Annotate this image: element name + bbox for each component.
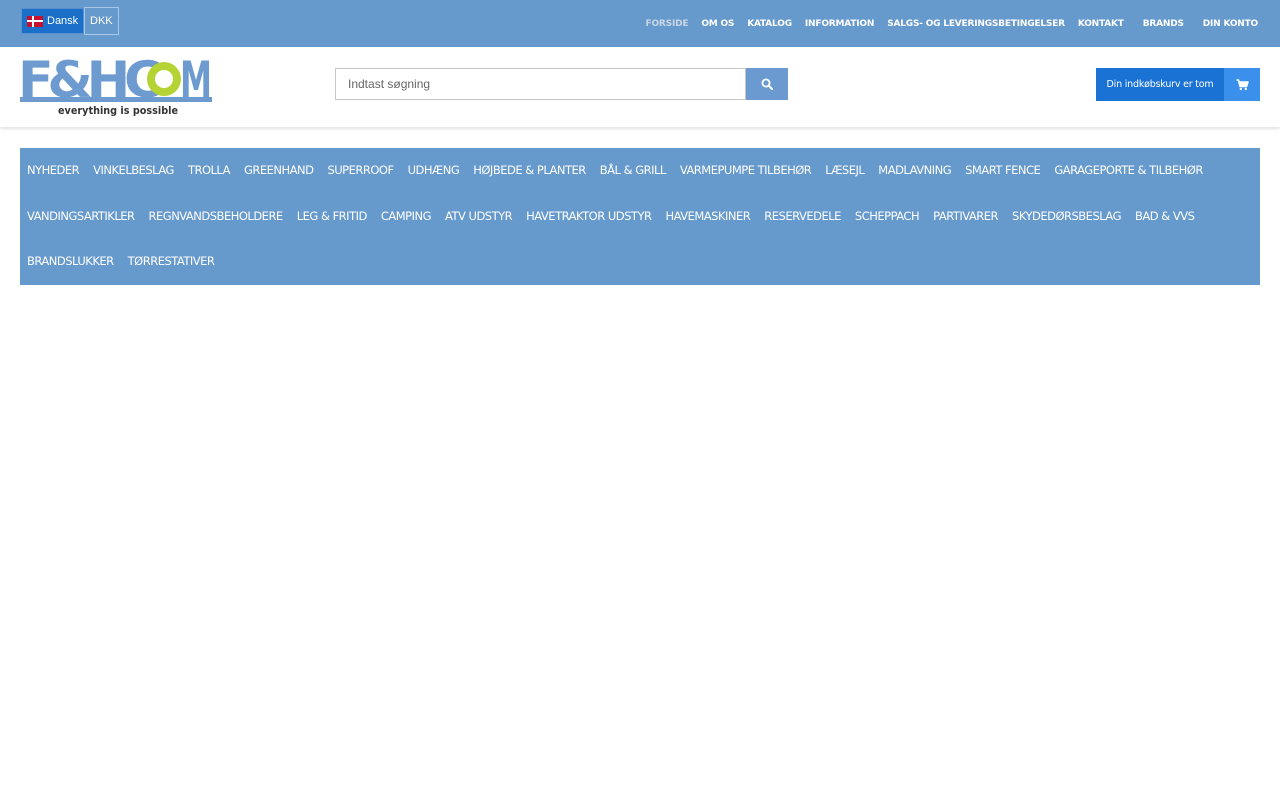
currency-label: DKK bbox=[90, 15, 113, 27]
language-label: Dansk bbox=[47, 15, 79, 27]
category-link[interactable]: LÆSEJL bbox=[818, 148, 871, 194]
topnav-information[interactable]: INFORMATION bbox=[805, 19, 875, 29]
topnav-forside[interactable]: FORSIDE bbox=[646, 19, 689, 29]
category-link[interactable]: BAD & VVS bbox=[1128, 194, 1201, 240]
site-logo[interactable]: F&HC M everything is possible bbox=[18, 51, 212, 117]
category-link[interactable]: VANDINGSARTIKLER bbox=[20, 194, 142, 240]
category-link[interactable]: CAMPING bbox=[374, 194, 438, 240]
topnav-brands[interactable]: BRANDS bbox=[1143, 19, 1184, 29]
search-icon bbox=[761, 78, 773, 90]
category-link[interactable]: VARMEPUMPE TILBEHØR bbox=[673, 148, 818, 194]
topnav-salgs-og-leveringsbetingelser[interactable]: SALGS- OG LEVERINGSBETINGELSER bbox=[887, 19, 1065, 29]
logo-graphic: F&HC M everything is possible bbox=[18, 51, 212, 117]
category-navigation: NYHEDER VINKELBESLAG TROLLA GREENHAND SU… bbox=[20, 148, 1260, 285]
category-link[interactable]: HAVEMASKINER bbox=[658, 194, 757, 240]
category-link[interactable]: SCHEPPACH bbox=[848, 194, 926, 240]
category-link[interactable]: TROLLA bbox=[181, 148, 237, 194]
category-link[interactable]: UDHÆNG bbox=[401, 148, 467, 194]
header: F&HC M everything is possible Din indkøb… bbox=[0, 47, 1280, 127]
search-button[interactable] bbox=[746, 68, 788, 100]
category-link[interactable]: VINKELBESLAG bbox=[86, 148, 181, 194]
category-link[interactable]: MADLAVNING bbox=[871, 148, 958, 194]
category-link[interactable]: HØJBEDE & PLANTER bbox=[466, 148, 593, 194]
language-selector[interactable]: Dansk bbox=[21, 8, 85, 34]
category-link[interactable]: PARTIVARER bbox=[926, 194, 1005, 240]
category-link[interactable]: LEG & FRITID bbox=[290, 194, 374, 240]
search-input[interactable] bbox=[335, 68, 746, 100]
cart-icon bbox=[1236, 78, 1249, 90]
category-link[interactable]: ATV UDSTYR bbox=[438, 194, 519, 240]
search-bar bbox=[335, 68, 788, 100]
category-link[interactable]: GARAGEPORTE & TILBEHØR bbox=[1047, 148, 1210, 194]
category-link[interactable]: RESERVEDELE bbox=[757, 194, 848, 240]
currency-selector[interactable]: DKK bbox=[84, 7, 119, 35]
category-link[interactable]: HAVETRAKTOR UDSTYR bbox=[519, 194, 658, 240]
category-link[interactable]: SMART FENCE bbox=[958, 148, 1047, 194]
cart-label: Din indkøbskurv er tom bbox=[1096, 68, 1224, 101]
cart-icon-box[interactable] bbox=[1224, 68, 1260, 101]
topnav-din-konto[interactable]: DIN KONTO bbox=[1203, 19, 1258, 29]
denmark-flag-icon bbox=[27, 15, 43, 27]
cart-button[interactable]: Din indkøbskurv er tom bbox=[1096, 68, 1260, 101]
category-link[interactable]: REGNVANDSBEHOLDERE bbox=[142, 194, 290, 240]
category-link[interactable]: SUPERROOF bbox=[320, 148, 400, 194]
category-link[interactable]: BRANDSLUKKER bbox=[20, 239, 121, 285]
category-link[interactable]: TØRRESTATIVER bbox=[121, 239, 222, 285]
topnav-om-os[interactable]: OM OS bbox=[701, 19, 734, 29]
top-bar: Dansk DKK FORSIDE OM OS KATALOG INFORMAT… bbox=[0, 0, 1280, 47]
category-link[interactable]: BÅL & GRILL bbox=[593, 148, 673, 194]
category-link[interactable]: SKYDEDØRSBESLAG bbox=[1005, 194, 1128, 240]
svg-text:everything is possible: everything is possible bbox=[58, 105, 178, 117]
category-link[interactable]: NYHEDER bbox=[20, 148, 86, 194]
topnav-kontakt[interactable]: KONTAKT bbox=[1078, 19, 1124, 29]
topnav-katalog[interactable]: KATALOG bbox=[747, 19, 792, 29]
category-link[interactable]: GREENHAND bbox=[237, 148, 321, 194]
top-navigation: FORSIDE OM OS KATALOG INFORMATION SALGS-… bbox=[633, 0, 1259, 47]
